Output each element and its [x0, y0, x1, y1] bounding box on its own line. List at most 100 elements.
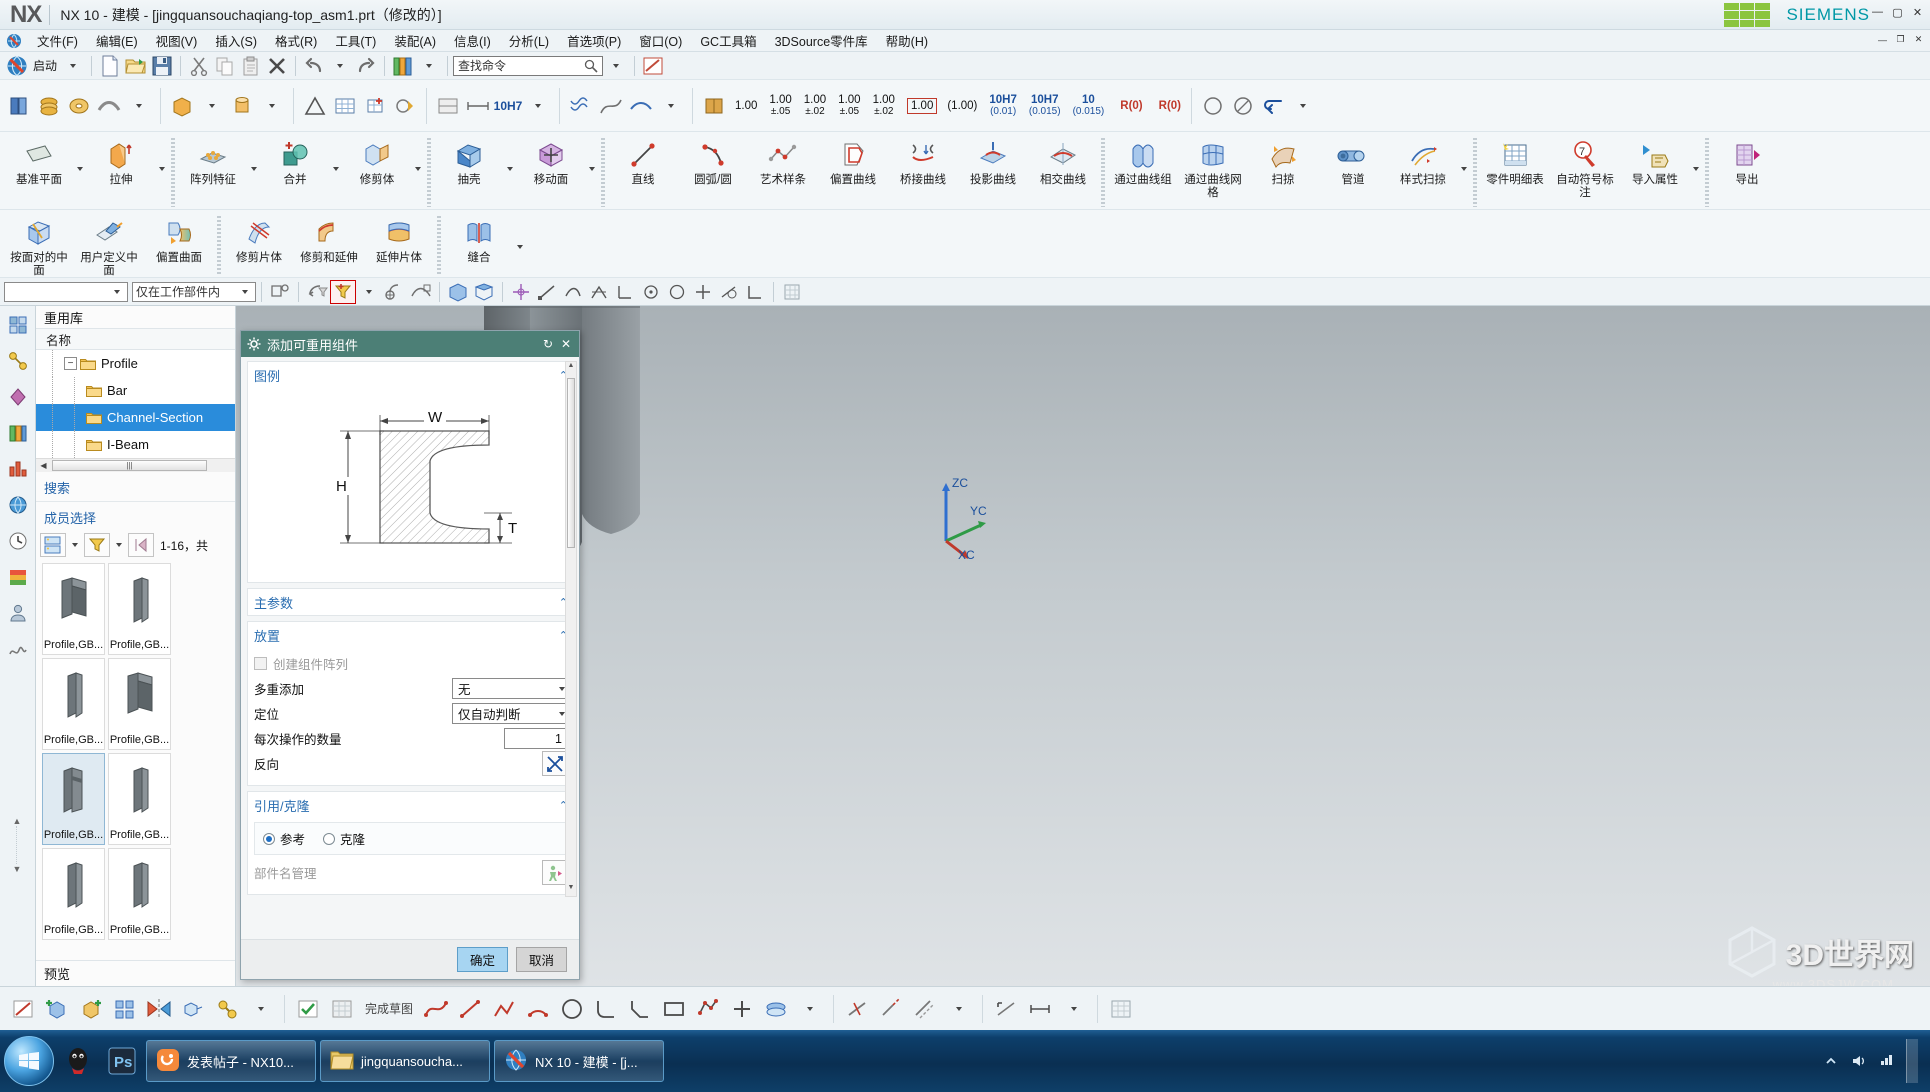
cylinder-dropdown-caret[interactable]	[257, 86, 287, 126]
circle-outline-icon[interactable]	[1198, 86, 1228, 126]
snap-point-icon[interactable]	[382, 280, 408, 304]
redo-icon[interactable]	[353, 54, 379, 78]
surface-dropdown-caret[interactable]	[656, 86, 686, 126]
sketch-grid-icon[interactable]	[1104, 992, 1138, 1026]
show-hidden-icons[interactable]	[1822, 1052, 1840, 1070]
start-dropdown-caret[interactable]	[60, 54, 86, 78]
constraint-caret[interactable]	[244, 992, 278, 1026]
constraint-tool-icon[interactable]	[989, 992, 1023, 1026]
book-icon[interactable]	[699, 86, 729, 126]
extend-icon[interactable]	[874, 992, 908, 1026]
close-button[interactable]: ✕	[1909, 4, 1926, 20]
ribbon-command-修剪片体[interactable]: 修剪片体	[224, 214, 294, 265]
show-desktop-button[interactable]	[1906, 1039, 1918, 1083]
menu-item-13[interactable]: 帮助(H)	[877, 29, 937, 52]
dimension-icon[interactable]	[463, 86, 493, 126]
doc-restore-button[interactable]: ❐	[1893, 32, 1908, 47]
doc-minimize-button[interactable]: —	[1875, 32, 1890, 47]
array-icon[interactable]	[176, 992, 210, 1026]
doc-close-button[interactable]: ✕	[1911, 32, 1926, 47]
tree-node-profile[interactable]: − Profile	[36, 350, 235, 377]
polygon-icon[interactable]	[691, 992, 725, 1026]
windows-start-icon[interactable]	[4, 1036, 54, 1086]
ribbon-command-样式扫掠[interactable]: 样式扫掠	[1388, 136, 1458, 187]
undo-dropdown-caret[interactable]	[327, 54, 353, 78]
datum-caret[interactable]	[793, 992, 827, 1026]
snap-arc-center-icon[interactable]	[664, 280, 690, 304]
first-page-icon[interactable]	[128, 533, 154, 557]
menu-item-5[interactable]: 工具(T)	[326, 29, 385, 52]
ribbon-command-偏置曲线[interactable]: 偏置曲线	[818, 136, 888, 187]
rectangle-icon[interactable]	[657, 992, 691, 1026]
multi-add-select[interactable]: 无	[452, 678, 568, 699]
select-faces-icon[interactable]	[267, 280, 293, 304]
taskbar-task-2[interactable]: NX 10 - 建模 - [j...	[494, 1040, 664, 1082]
copy-icon[interactable]	[212, 54, 238, 78]
chevron-down-icon[interactable]	[586, 166, 598, 171]
chevron-down-icon[interactable]	[248, 166, 260, 171]
line-icon[interactable]	[453, 992, 487, 1026]
selection-filter-combo[interactable]: 仅在工作部件内	[132, 281, 256, 302]
ribbon-command-修剪和延伸[interactable]: 修剪和延伸	[294, 214, 364, 265]
filter-back-icon[interactable]	[304, 280, 330, 304]
create-pattern-checkbox[interactable]	[254, 657, 267, 670]
taskbar-task-1[interactable]: jingquansoucha...	[320, 1040, 490, 1082]
menu-item-4[interactable]: 格式(R)	[266, 29, 326, 52]
tree-node-i-beam[interactable]: I-Beam	[36, 431, 235, 458]
tol-val-5-boxed[interactable]: 1.00	[906, 97, 938, 114]
filter-add-caret[interactable]	[356, 280, 382, 304]
menu-item-7[interactable]: 信息(I)	[445, 29, 500, 52]
menu-item-2[interactable]: 视图(V)	[147, 29, 207, 52]
menu-item-6[interactable]: 装配(A)	[385, 29, 445, 52]
chevron-down-icon[interactable]	[330, 166, 342, 171]
qq-icon[interactable]	[58, 1039, 98, 1083]
ribbon-command-合并[interactable]: 合并	[260, 136, 330, 187]
find-dropdown-caret[interactable]	[603, 54, 629, 78]
point-icon[interactable]	[725, 992, 759, 1026]
scroll-left-arrow[interactable]: ◀	[36, 461, 51, 470]
web-browser-icon[interactable]	[4, 492, 32, 518]
paste-icon[interactable]	[238, 54, 264, 78]
surface-finish-icon[interactable]	[433, 86, 463, 126]
ribbon-overflow-caret[interactable]	[1288, 86, 1318, 126]
snap-perpendicular-icon[interactable]	[742, 280, 768, 304]
view-mode-caret[interactable]	[68, 533, 82, 557]
coil-icon[interactable]	[34, 86, 64, 126]
tree-horizontal-scrollbar[interactable]: ◀ |||	[36, 458, 235, 472]
solid-body-icon[interactable]	[445, 280, 471, 304]
mirror-assembly-icon[interactable]	[142, 992, 176, 1026]
ribbon-command-导入属性[interactable]: 导入属性	[1620, 136, 1690, 187]
start-menu-label[interactable]: 启动	[30, 57, 60, 74]
cut-icon[interactable]	[186, 54, 212, 78]
chevron-down-icon[interactable]	[1690, 166, 1702, 171]
disc-icon[interactable]	[64, 86, 94, 126]
tree-node-bar[interactable]: Bar	[36, 377, 235, 404]
ribbon-command-圆弧/圆[interactable]: 圆弧/圆	[678, 136, 748, 187]
delete-icon[interactable]	[264, 54, 290, 78]
ribbon-command-延伸片体[interactable]: 延伸片体	[364, 214, 434, 265]
snap-grid-toggle-icon[interactable]	[779, 280, 805, 304]
dialog-title-bar[interactable]: 添加可重用组件 ↻ ✕	[241, 331, 579, 357]
menu-item-3[interactable]: 插入(S)	[206, 29, 266, 52]
ribbon-command-按面对的中面[interactable]: 按面对的中面	[4, 214, 74, 278]
member-select-label[interactable]: 成员选择	[36, 502, 235, 531]
spline-icon[interactable]	[419, 992, 453, 1026]
system-materials-icon[interactable]	[4, 564, 32, 590]
scroll-thumb[interactable]: |||	[52, 460, 207, 471]
member-thumbnail[interactable]: Profile,GB...	[42, 848, 105, 940]
sketch-shortcut-icon[interactable]	[640, 54, 666, 78]
ribbon-command-基准平面[interactable]: 基准平面	[4, 136, 74, 187]
snap-endpoint-icon[interactable]	[534, 280, 560, 304]
ribbon-command-零件明细表[interactable]: 零件明细表	[1480, 136, 1550, 187]
reference-radio[interactable]: 参考	[263, 829, 305, 848]
finish-sketch-icon[interactable]	[291, 992, 325, 1026]
curve-tool-icon[interactable]	[596, 86, 626, 126]
surface-tool-icon[interactable]	[626, 86, 656, 126]
grid-snap-icon[interactable]	[325, 992, 359, 1026]
new-component-icon[interactable]	[74, 992, 108, 1026]
chevron-down-icon[interactable]	[74, 166, 86, 171]
member-thumbnail[interactable]: Profile,GB...	[42, 658, 105, 750]
ribbon-command-桥接曲线[interactable]: 桥接曲线	[888, 136, 958, 187]
hd3d-tools-icon[interactable]	[4, 456, 32, 482]
menu-item-8[interactable]: 分析(L)	[500, 29, 558, 52]
